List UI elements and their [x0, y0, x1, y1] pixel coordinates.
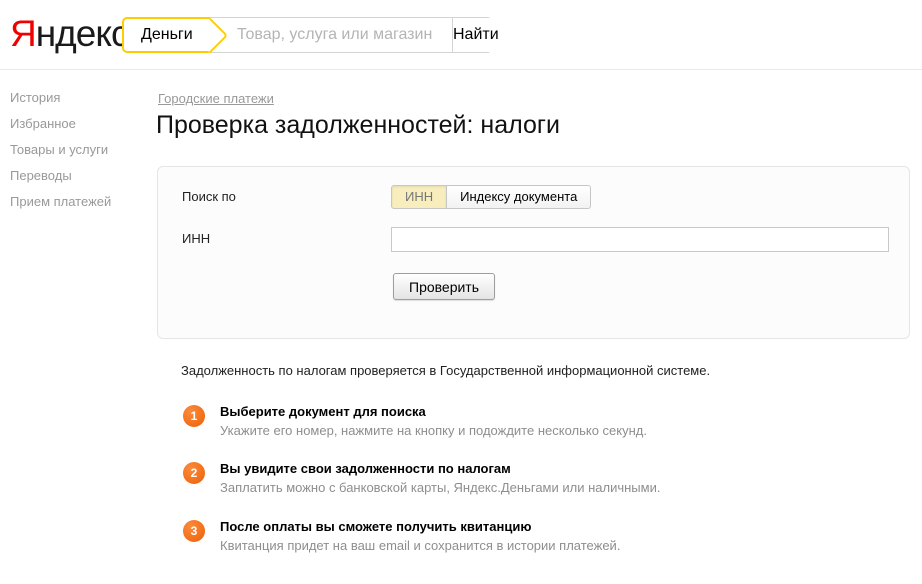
yandex-logo[interactable]: Яндекс [10, 13, 128, 55]
info-note: Задолженность по налогам проверяется в Г… [181, 363, 710, 378]
step-number-badge: 1 [183, 405, 205, 427]
document-type-toggle: ИНН Индексу документа [391, 185, 591, 209]
step-title: Выберите документ для поиска [220, 404, 823, 420]
toggle-option-document-index[interactable]: Индексу документа [447, 185, 591, 209]
step-number-badge: 2 [183, 462, 205, 484]
toggle-option-inn[interactable]: ИНН [391, 185, 447, 209]
page-title: Проверка задолженностей: налоги [156, 111, 560, 140]
step-item-2: 2 Вы увидите свои задолженности по налог… [183, 461, 823, 496]
step-item-3: 3 После оплаты вы сможете получить квита… [183, 519, 823, 554]
sidebar-nav: История Избранное Товары и услуги Перево… [10, 91, 111, 221]
inn-input[interactable] [391, 227, 889, 252]
breadcrumb-city-payments[interactable]: Городские платежи [158, 91, 274, 106]
step-description: Квитанция придет на ваш email и сохранит… [220, 538, 823, 554]
logo-rest: ндекс [36, 13, 129, 54]
header-search-box: Найти [208, 17, 490, 53]
header-divider [0, 69, 922, 70]
search-scope-label: Деньги [141, 26, 193, 44]
debt-check-form-panel: Поиск по ИНН Индексу документа ИНН Прове… [157, 166, 910, 339]
step-number-badge: 3 [183, 520, 205, 542]
sidebar-item-goods-services[interactable]: Товары и услуги [10, 143, 111, 157]
search-scope-tab-money[interactable]: Деньги [122, 17, 210, 53]
check-button[interactable]: Проверить [393, 273, 495, 300]
search-input[interactable] [209, 18, 452, 52]
search-submit-button[interactable]: Найти [452, 18, 499, 52]
step-description: Заплатить можно с банковской карты, Янде… [220, 480, 823, 496]
inn-field-label: ИНН [182, 231, 210, 246]
sidebar-item-accept-payments[interactable]: Прием платежей [10, 195, 111, 209]
step-title: Вы увидите свои задолженности по налогам [220, 461, 823, 477]
search-by-label: Поиск по [182, 189, 236, 204]
sidebar-item-favorites[interactable]: Избранное [10, 117, 111, 131]
step-title: После оплаты вы сможете получить квитанц… [220, 519, 823, 535]
logo-letter-ya: Я [10, 13, 36, 54]
step-description: Укажите его номер, нажмите на кнопку и п… [220, 423, 823, 439]
step-item-1: 1 Выберите документ для поиска Укажите е… [183, 404, 823, 439]
sidebar-item-transfers[interactable]: Переводы [10, 169, 111, 183]
sidebar-item-history[interactable]: История [10, 91, 111, 105]
